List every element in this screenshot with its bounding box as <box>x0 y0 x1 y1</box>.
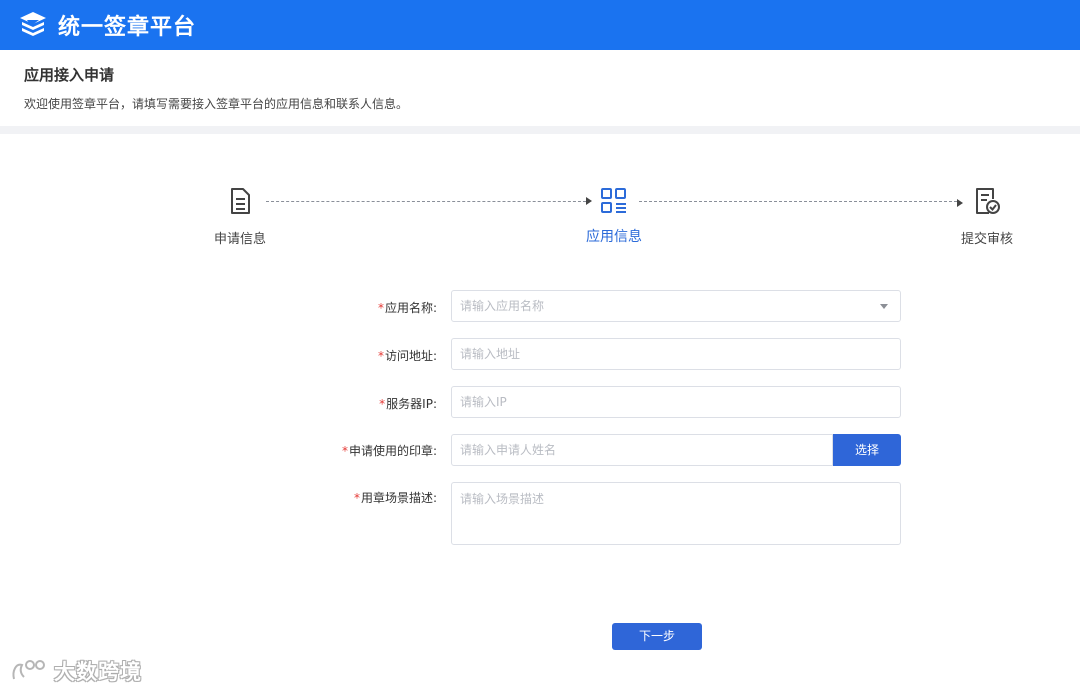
app-name-label: *应用名称: <box>377 301 437 315</box>
step-apply-info: 申请信息 <box>214 186 266 247</box>
access-url-label: *访问地址: <box>377 349 437 363</box>
stacked-layers-logo-icon <box>20 12 46 36</box>
watermark-logo-icon <box>12 660 45 680</box>
scenario-textarea[interactable]: 请输入场景描述 <box>451 482 901 545</box>
step-label: 提交审核 <box>961 232 1014 247</box>
step-connector <box>266 201 586 202</box>
seal-label: *申请使用的印章: <box>341 444 437 458</box>
app-name-select[interactable]: 请输入应用名称 <box>451 290 901 322</box>
document-check-icon <box>973 186 1001 216</box>
choose-seal-button[interactable]: 选择 <box>833 434 901 466</box>
page-description: 欢迎使用签章平台，请填写需要接入签章平台的应用信息和联系人信息。 <box>24 97 409 111</box>
step-label: 应用信息 <box>586 229 642 245</box>
access-url-input[interactable]: 请输入地址 <box>451 338 901 370</box>
watermark-text: 大数跨境 <box>54 660 142 684</box>
next-step-button[interactable]: 下一步 <box>612 623 702 650</box>
step-label: 申请信息 <box>214 232 267 247</box>
scenario-label: *用章场景描述: <box>353 491 437 505</box>
section-divider <box>0 126 1080 134</box>
app-title: 统一签章平台 <box>58 15 197 40</box>
server-ip-label: *服务器IP: <box>379 397 437 411</box>
watermark: 大数跨境 <box>10 656 142 686</box>
chevron-down-icon[interactable] <box>880 304 888 309</box>
grid-list-icon <box>600 186 628 216</box>
page-title: 应用接入申请 <box>24 66 115 84</box>
step-app-info: 应用信息 <box>586 186 642 246</box>
server-ip-input[interactable]: 请输入IP <box>451 386 901 418</box>
document-icon <box>226 186 254 216</box>
step-connector <box>639 201 957 202</box>
top-bar: 统一签章平台 <box>0 0 1080 50</box>
seal-applicant-input[interactable]: 请输入申请人姓名 <box>451 434 833 466</box>
step-submit-review: 提交审核 <box>961 186 1013 247</box>
page-header: 应用接入申请 欢迎使用签章平台，请填写需要接入签章平台的应用信息和联系人信息。 <box>0 50 1080 126</box>
